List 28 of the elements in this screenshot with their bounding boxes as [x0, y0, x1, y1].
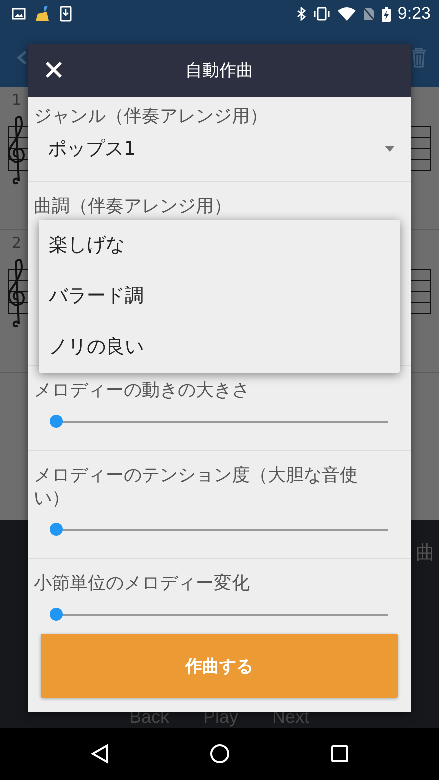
measure-number: 1: [11, 91, 22, 109]
field-label: 小節単位のメロディー変化: [34, 572, 251, 595]
field-label: 曲調（伴奏アレンジ用）: [34, 195, 233, 218]
field-label: メロディーのテンション度（大胆な音使い）: [34, 464, 359, 510]
menu-item[interactable]: 楽しげな: [39, 220, 400, 271]
wifi-icon: [338, 7, 356, 21]
trash-icon[interactable]: [411, 48, 427, 68]
slider-thumb[interactable]: [50, 523, 63, 536]
toolbar-label: 曲: [416, 541, 435, 566]
download-icon: [60, 6, 72, 22]
vibrate-icon: [312, 7, 331, 21]
dialog-title: 自動作曲: [186, 60, 254, 82]
home-icon[interactable]: [210, 744, 230, 764]
menu-item[interactable]: ノリの良い: [39, 322, 400, 373]
bluetooth-icon: [296, 7, 306, 21]
close-icon[interactable]: [45, 61, 63, 79]
battery-charging-icon: [382, 6, 391, 22]
broom-icon: [35, 6, 51, 22]
recents-icon[interactable]: [330, 745, 348, 763]
measure-number: 2: [11, 234, 22, 252]
back-icon[interactable]: [90, 744, 108, 764]
clock-time: 9:23: [398, 4, 431, 24]
field-label: メロディーの動きの大きさ: [34, 379, 251, 402]
image-icon: [12, 8, 26, 20]
no-sim-icon: [362, 7, 375, 21]
slider-thumb[interactable]: [50, 608, 63, 621]
field-label: ジャンル（伴奏アレンジ用）: [34, 105, 269, 128]
slider-thumb[interactable]: [50, 415, 63, 428]
